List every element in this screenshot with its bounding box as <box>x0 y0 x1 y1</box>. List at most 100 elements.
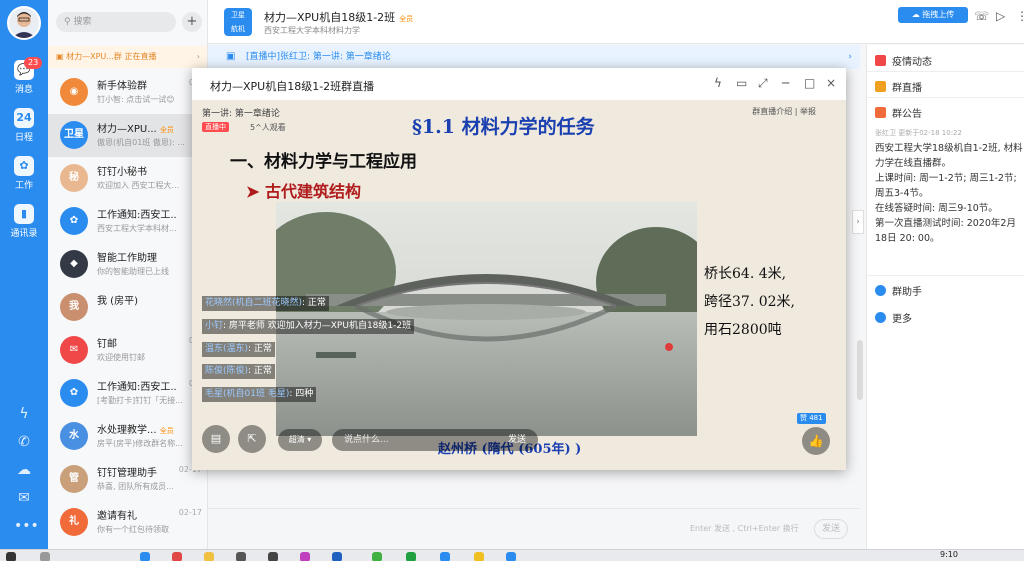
danmu-icon: ▤ <box>210 432 222 445</box>
collapse-panel-button[interactable]: › <box>852 210 864 234</box>
conversation-item[interactable]: 秘钉钉小秘书欢迎加入 西安工程大...09 <box>48 157 207 200</box>
conversation-list: ⚲ 搜索 + ▣ 材力—XPU...群 正在直播 › ◉ 新手体验群 钉小智: 点击… <box>48 0 208 549</box>
conversation-snippet: [考勤打卡]钉钉「无接... <box>97 396 183 405</box>
app-icon[interactable] <box>372 552 382 561</box>
share-icon: ⇱ <box>247 432 257 445</box>
calendar-icon: 24 <box>14 108 34 128</box>
conversation-title: 钉钉管理助手 <box>97 464 177 479</box>
app-icon[interactable] <box>140 552 150 561</box>
nav-work-label: 工作 <box>14 181 33 191</box>
app-icon[interactable] <box>474 552 484 561</box>
app-icon[interactable] <box>172 552 182 561</box>
nav-calendar[interactable]: 24 日程 <box>0 108 48 143</box>
app-icon[interactable] <box>406 552 416 561</box>
folder-icon[interactable] <box>204 552 214 561</box>
viewer-count: 5^人观看 <box>250 123 286 132</box>
right-panel: 疫情动态 群直播 群公告 张红卫 更新于02-18 10:22 西安工程大学18… <box>866 45 1024 549</box>
danmu-text: : 四种 <box>289 389 314 399</box>
assistant-icon <box>875 285 886 296</box>
cloud-icon[interactable]: ☁ <box>14 460 34 480</box>
more-icon[interactable]: ⋮ <box>1016 9 1024 23</box>
conversation-item[interactable]: ✿工作通知:西安工...[考勤打卡]钉钉「无接...02- <box>48 372 207 415</box>
group-title-text: 材力—XPU机自18级1-2班 <box>264 11 396 24</box>
conversation-title-text: 材力—XPU... <box>97 124 157 135</box>
lightning-icon[interactable]: ϟ <box>714 76 722 90</box>
group-title[interactable]: 材力—XPU机自18级1-2班 全员 <box>264 9 413 25</box>
maximize-icon[interactable]: □ <box>804 76 815 90</box>
danmu-toggle-button[interactable]: ▤ <box>202 425 230 453</box>
notice-line: 西安工程大学18级机自1-2班, 材料力学在线直播群。 <box>875 143 1023 169</box>
conversation-item[interactable]: 管钉钉管理助手 恭喜, 团队所有成员... 02-17 <box>48 458 207 501</box>
start-icon[interactable] <box>6 552 16 561</box>
more-label: 更多 <box>892 314 912 325</box>
left-nav-bar: 💬 消息 23 24 日程 ✿ 工作 ▮ 通讯录 ϟ ✆ ☁ ✉ ••• <box>0 0 48 549</box>
message-input-bar[interactable]: Enter 发送 , Ctrl+Enter 换行 发送 <box>208 508 860 549</box>
add-button[interactable]: + <box>182 12 202 32</box>
quality-select[interactable]: 超清 ▾ <box>278 429 322 451</box>
live-banner-text: 材力—XPU...群 正在直播 <box>66 52 157 61</box>
screen-icon[interactable]: ▭ <box>736 76 747 90</box>
live-banner[interactable]: ▣ 材力—XPU...群 正在直播 › <box>48 46 207 68</box>
danmu-text: : 正常 <box>248 344 272 354</box>
epidemic-news-item[interactable]: 疫情动态 <box>875 53 932 68</box>
conversation-avatar: 水 <box>60 422 88 450</box>
live-status-text: [直播中]张红卫: 第一讲: 第一章绪论 <box>246 52 391 62</box>
dingtalk-icon[interactable] <box>506 552 516 561</box>
more-item[interactable]: 更多 <box>875 310 912 325</box>
more-icon[interactable]: ••• <box>14 516 39 536</box>
conversation-title-text: 邀请有礼 <box>97 511 137 522</box>
nav-contacts[interactable]: ▮ 通讯录 <box>0 204 48 239</box>
video-icon[interactable]: ▷ <box>996 9 1005 23</box>
live-status-bar[interactable]: ▣ [直播中]张红卫: 第一讲: 第一章绪论 › <box>208 45 860 69</box>
group-assistant-item[interactable]: 群助手 <box>875 283 922 298</box>
mail-icon[interactable]: ✉ <box>14 488 34 508</box>
conversation-item[interactable]: 水水处理教学... 全员房平(房平)修改群名称...02 <box>48 415 207 458</box>
nav-work[interactable]: ✿ 工作 <box>0 156 48 191</box>
minimize-icon[interactable]: ─ <box>782 76 789 90</box>
drag-upload-button[interactable]: ☁ 拖拽上传 <box>898 7 968 23</box>
conversation-snippet: 傲恩(机自01班 傲恩): ... <box>97 138 185 147</box>
group-avatar[interactable]: 卫星 航机 <box>224 8 252 36</box>
comment-send-button[interactable]: 发送 <box>508 429 526 451</box>
nav-calendar-label: 日程 <box>14 133 33 143</box>
send-button[interactable]: 发送 <box>814 519 848 539</box>
expand-icon[interactable]: ⤢ <box>758 76 768 91</box>
conversation-item[interactable]: 我我 (房平) <box>48 286 207 329</box>
cloud-upload-icon: ☁ <box>911 10 923 19</box>
danmu-name: 毛星(机自01班 毛星) <box>205 389 290 399</box>
conversation-item[interactable]: ✿工作通知:西安工...西安工程大学本科材...09 <box>48 200 207 243</box>
scrollbar[interactable] <box>857 340 863 400</box>
app-icon[interactable] <box>300 552 310 561</box>
group-notice-item[interactable]: 群公告 <box>875 105 922 120</box>
conversation-item[interactable]: ✉钉邮欢迎使用钉邮02- <box>48 329 207 372</box>
divider <box>867 97 1024 98</box>
conversation-item[interactable]: 礼邀请有礼 你有一个红包待领取 02-17 <box>48 501 207 544</box>
conversation-item[interactable]: ◉新手体验群钉小智: 点击试一试😊02- <box>48 71 207 114</box>
app-icon[interactable] <box>268 552 278 561</box>
live-intro-links[interactable]: 群直播介绍 | 举报 <box>752 106 816 117</box>
phone-icon[interactable]: ✆ <box>14 432 34 452</box>
share-button[interactable]: ⇱ <box>238 425 266 453</box>
search-icon[interactable] <box>40 552 50 561</box>
live-video[interactable]: 第一讲: 第一章绪论 直播中 5^人观看 群直播介绍 | 举报 §1.1 材料力… <box>192 100 846 470</box>
danmu-name: 花晓然(机自二班花晓然) <box>205 298 303 308</box>
comment-input[interactable]: 说点什么... 发送 <box>332 429 538 451</box>
app-icon[interactable] <box>440 552 450 561</box>
like-button[interactable]: 👍 <box>802 427 830 455</box>
search-input[interactable]: ⚲ 搜索 <box>56 12 176 32</box>
app-icon[interactable] <box>236 552 246 561</box>
close-icon[interactable]: × <box>826 76 836 90</box>
conversation-item[interactable]: ◆智能工作助理你的智能助理已上线09 <box>48 243 207 286</box>
epidemic-icon <box>875 55 886 66</box>
like-count: 赞 481 <box>797 413 826 424</box>
all-members-tag: 全员 <box>159 427 174 435</box>
fact-line: 桥长64. 4米, <box>704 266 787 282</box>
conversation-item[interactable]: 卫星材力—XPU... 全员傲恩(机自01班 傲恩): ...09 <box>48 114 207 157</box>
conversation-avatar: ✉ <box>60 336 88 364</box>
user-avatar[interactable] <box>7 6 41 40</box>
group-live-item[interactable]: 群直播 <box>875 79 922 94</box>
danmu-message: 花晓然(机自二班花晓然): 正常 <box>202 296 329 311</box>
lightning-icon[interactable]: ϟ <box>14 404 34 424</box>
app-icon[interactable] <box>332 552 342 561</box>
phone-icon[interactable]: ☏ <box>974 9 989 23</box>
